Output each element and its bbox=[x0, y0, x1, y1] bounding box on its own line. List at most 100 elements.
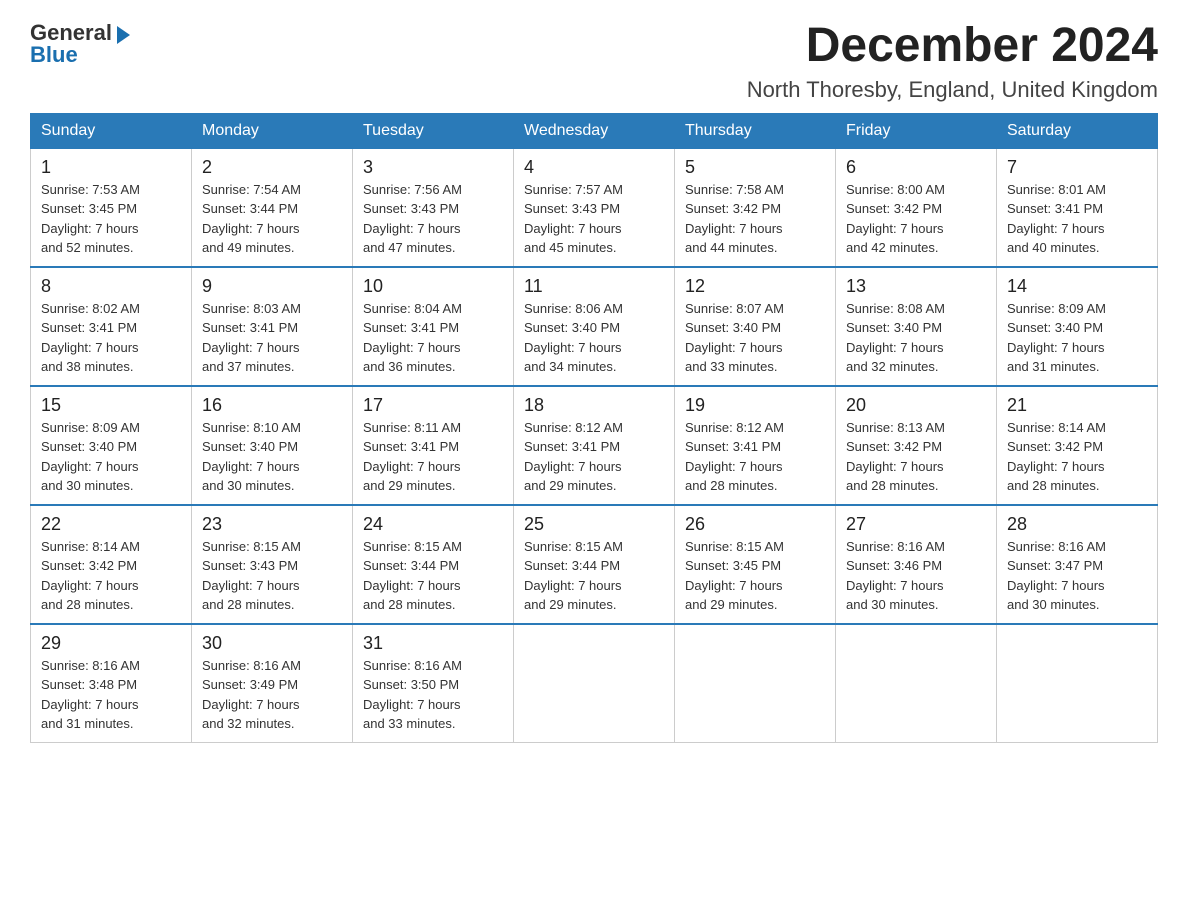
day-info: Sunrise: 8:11 AM Sunset: 3:41 PM Dayligh… bbox=[363, 418, 503, 496]
table-row: 23 Sunrise: 8:15 AM Sunset: 3:43 PM Dayl… bbox=[192, 505, 353, 624]
day-number: 19 bbox=[685, 395, 825, 416]
day-number: 30 bbox=[202, 633, 342, 654]
logo-arrow-icon bbox=[117, 26, 130, 44]
table-row: 27 Sunrise: 8:16 AM Sunset: 3:46 PM Dayl… bbox=[836, 505, 997, 624]
table-row: 24 Sunrise: 8:15 AM Sunset: 3:44 PM Dayl… bbox=[353, 505, 514, 624]
day-number: 21 bbox=[1007, 395, 1147, 416]
day-number: 16 bbox=[202, 395, 342, 416]
day-info: Sunrise: 8:09 AM Sunset: 3:40 PM Dayligh… bbox=[1007, 299, 1147, 377]
table-row: 7 Sunrise: 8:01 AM Sunset: 3:41 PM Dayli… bbox=[997, 148, 1158, 267]
day-info: Sunrise: 8:07 AM Sunset: 3:40 PM Dayligh… bbox=[685, 299, 825, 377]
day-number: 11 bbox=[524, 276, 664, 297]
day-info: Sunrise: 8:15 AM Sunset: 3:45 PM Dayligh… bbox=[685, 537, 825, 615]
calendar-week-row: 29 Sunrise: 8:16 AM Sunset: 3:48 PM Dayl… bbox=[31, 624, 1158, 743]
table-row: 5 Sunrise: 7:58 AM Sunset: 3:42 PM Dayli… bbox=[675, 148, 836, 267]
day-info: Sunrise: 8:15 AM Sunset: 3:43 PM Dayligh… bbox=[202, 537, 342, 615]
table-row: 26 Sunrise: 8:15 AM Sunset: 3:45 PM Dayl… bbox=[675, 505, 836, 624]
table-row: 20 Sunrise: 8:13 AM Sunset: 3:42 PM Dayl… bbox=[836, 386, 997, 505]
day-number: 25 bbox=[524, 514, 664, 535]
day-number: 28 bbox=[1007, 514, 1147, 535]
header-sunday: Sunday bbox=[31, 113, 192, 148]
day-info: Sunrise: 8:16 AM Sunset: 3:50 PM Dayligh… bbox=[363, 656, 503, 734]
day-info: Sunrise: 8:15 AM Sunset: 3:44 PM Dayligh… bbox=[363, 537, 503, 615]
table-row: 22 Sunrise: 8:14 AM Sunset: 3:42 PM Dayl… bbox=[31, 505, 192, 624]
day-number: 20 bbox=[846, 395, 986, 416]
day-info: Sunrise: 8:14 AM Sunset: 3:42 PM Dayligh… bbox=[1007, 418, 1147, 496]
table-row: 6 Sunrise: 8:00 AM Sunset: 3:42 PM Dayli… bbox=[836, 148, 997, 267]
day-info: Sunrise: 8:10 AM Sunset: 3:40 PM Dayligh… bbox=[202, 418, 342, 496]
day-number: 24 bbox=[363, 514, 503, 535]
day-number: 4 bbox=[524, 157, 664, 178]
table-row bbox=[997, 624, 1158, 743]
table-row: 9 Sunrise: 8:03 AM Sunset: 3:41 PM Dayli… bbox=[192, 267, 353, 386]
day-info: Sunrise: 8:04 AM Sunset: 3:41 PM Dayligh… bbox=[363, 299, 503, 377]
month-title: December 2024 bbox=[747, 20, 1158, 73]
day-info: Sunrise: 8:03 AM Sunset: 3:41 PM Dayligh… bbox=[202, 299, 342, 377]
header-thursday: Thursday bbox=[675, 113, 836, 148]
day-number: 7 bbox=[1007, 157, 1147, 178]
table-row: 28 Sunrise: 8:16 AM Sunset: 3:47 PM Dayl… bbox=[997, 505, 1158, 624]
table-row: 2 Sunrise: 7:54 AM Sunset: 3:44 PM Dayli… bbox=[192, 148, 353, 267]
day-info: Sunrise: 8:16 AM Sunset: 3:48 PM Dayligh… bbox=[41, 656, 181, 734]
table-row: 8 Sunrise: 8:02 AM Sunset: 3:41 PM Dayli… bbox=[31, 267, 192, 386]
table-row: 3 Sunrise: 7:56 AM Sunset: 3:43 PM Dayli… bbox=[353, 148, 514, 267]
day-number: 18 bbox=[524, 395, 664, 416]
calendar-table: Sunday Monday Tuesday Wednesday Thursday… bbox=[30, 113, 1158, 743]
title-area: December 2024 North Thoresby, England, U… bbox=[747, 20, 1158, 103]
day-number: 17 bbox=[363, 395, 503, 416]
day-info: Sunrise: 8:06 AM Sunset: 3:40 PM Dayligh… bbox=[524, 299, 664, 377]
header-saturday: Saturday bbox=[997, 113, 1158, 148]
table-row: 10 Sunrise: 8:04 AM Sunset: 3:41 PM Dayl… bbox=[353, 267, 514, 386]
day-info: Sunrise: 8:16 AM Sunset: 3:46 PM Dayligh… bbox=[846, 537, 986, 615]
day-info: Sunrise: 8:16 AM Sunset: 3:49 PM Dayligh… bbox=[202, 656, 342, 734]
table-row bbox=[836, 624, 997, 743]
day-info: Sunrise: 7:57 AM Sunset: 3:43 PM Dayligh… bbox=[524, 180, 664, 258]
day-info: Sunrise: 8:02 AM Sunset: 3:41 PM Dayligh… bbox=[41, 299, 181, 377]
day-info: Sunrise: 8:15 AM Sunset: 3:44 PM Dayligh… bbox=[524, 537, 664, 615]
day-number: 3 bbox=[363, 157, 503, 178]
day-number: 9 bbox=[202, 276, 342, 297]
day-number: 10 bbox=[363, 276, 503, 297]
table-row: 14 Sunrise: 8:09 AM Sunset: 3:40 PM Dayl… bbox=[997, 267, 1158, 386]
table-row: 4 Sunrise: 7:57 AM Sunset: 3:43 PM Dayli… bbox=[514, 148, 675, 267]
day-info: Sunrise: 8:14 AM Sunset: 3:42 PM Dayligh… bbox=[41, 537, 181, 615]
weekday-header-row: Sunday Monday Tuesday Wednesday Thursday… bbox=[31, 113, 1158, 148]
table-row: 17 Sunrise: 8:11 AM Sunset: 3:41 PM Dayl… bbox=[353, 386, 514, 505]
day-number: 2 bbox=[202, 157, 342, 178]
day-number: 14 bbox=[1007, 276, 1147, 297]
header-monday: Monday bbox=[192, 113, 353, 148]
calendar-week-row: 15 Sunrise: 8:09 AM Sunset: 3:40 PM Dayl… bbox=[31, 386, 1158, 505]
day-info: Sunrise: 8:13 AM Sunset: 3:42 PM Dayligh… bbox=[846, 418, 986, 496]
location-subtitle: North Thoresby, England, United Kingdom bbox=[747, 77, 1158, 103]
day-info: Sunrise: 8:09 AM Sunset: 3:40 PM Dayligh… bbox=[41, 418, 181, 496]
day-info: Sunrise: 8:12 AM Sunset: 3:41 PM Dayligh… bbox=[685, 418, 825, 496]
day-info: Sunrise: 8:12 AM Sunset: 3:41 PM Dayligh… bbox=[524, 418, 664, 496]
page-header: General Blue December 2024 North Thoresb… bbox=[30, 20, 1158, 103]
calendar-week-row: 1 Sunrise: 7:53 AM Sunset: 3:45 PM Dayli… bbox=[31, 148, 1158, 267]
day-info: Sunrise: 8:01 AM Sunset: 3:41 PM Dayligh… bbox=[1007, 180, 1147, 258]
calendar-week-row: 8 Sunrise: 8:02 AM Sunset: 3:41 PM Dayli… bbox=[31, 267, 1158, 386]
table-row: 11 Sunrise: 8:06 AM Sunset: 3:40 PM Dayl… bbox=[514, 267, 675, 386]
table-row bbox=[514, 624, 675, 743]
table-row: 19 Sunrise: 8:12 AM Sunset: 3:41 PM Dayl… bbox=[675, 386, 836, 505]
header-tuesday: Tuesday bbox=[353, 113, 514, 148]
table-row: 18 Sunrise: 8:12 AM Sunset: 3:41 PM Dayl… bbox=[514, 386, 675, 505]
header-friday: Friday bbox=[836, 113, 997, 148]
table-row: 12 Sunrise: 8:07 AM Sunset: 3:40 PM Dayl… bbox=[675, 267, 836, 386]
day-number: 29 bbox=[41, 633, 181, 654]
day-info: Sunrise: 7:58 AM Sunset: 3:42 PM Dayligh… bbox=[685, 180, 825, 258]
day-number: 22 bbox=[41, 514, 181, 535]
day-number: 8 bbox=[41, 276, 181, 297]
day-number: 5 bbox=[685, 157, 825, 178]
day-info: Sunrise: 7:53 AM Sunset: 3:45 PM Dayligh… bbox=[41, 180, 181, 258]
day-info: Sunrise: 8:08 AM Sunset: 3:40 PM Dayligh… bbox=[846, 299, 986, 377]
header-wednesday: Wednesday bbox=[514, 113, 675, 148]
logo: General Blue bbox=[30, 20, 130, 68]
calendar-week-row: 22 Sunrise: 8:14 AM Sunset: 3:42 PM Dayl… bbox=[31, 505, 1158, 624]
table-row: 25 Sunrise: 8:15 AM Sunset: 3:44 PM Dayl… bbox=[514, 505, 675, 624]
table-row: 31 Sunrise: 8:16 AM Sunset: 3:50 PM Dayl… bbox=[353, 624, 514, 743]
day-number: 6 bbox=[846, 157, 986, 178]
day-info: Sunrise: 8:16 AM Sunset: 3:47 PM Dayligh… bbox=[1007, 537, 1147, 615]
table-row: 30 Sunrise: 8:16 AM Sunset: 3:49 PM Dayl… bbox=[192, 624, 353, 743]
day-number: 23 bbox=[202, 514, 342, 535]
